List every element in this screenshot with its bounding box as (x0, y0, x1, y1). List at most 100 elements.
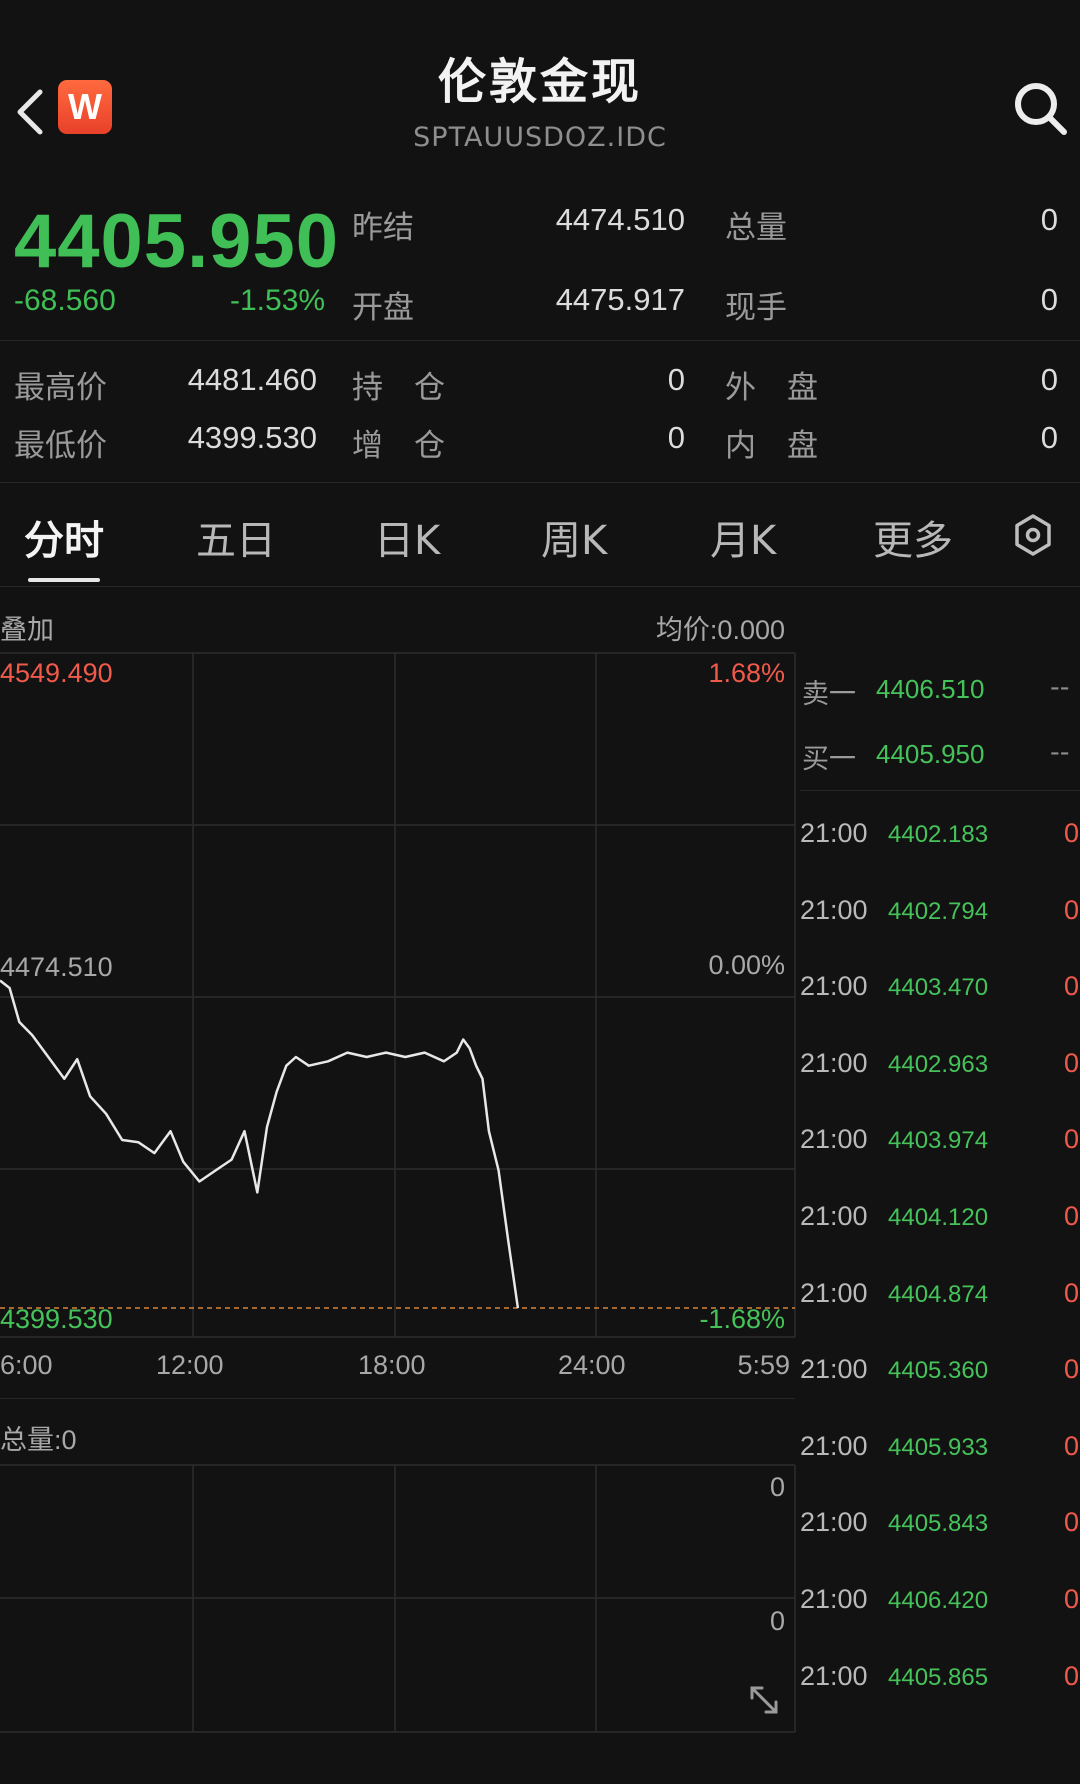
tab-five-day[interactable]: 五日 (196, 508, 276, 566)
price-change-pct: -1.53% (230, 284, 326, 317)
tick-row: 21:00 4402.963 0 (800, 1048, 1080, 1088)
tick-time: 21:00 (800, 1661, 868, 1691)
x-label: 12:00 (156, 1350, 224, 1380)
stat-label-inner: 内 盘 (725, 428, 818, 464)
tick-price: 4406.420 (888, 1587, 989, 1614)
settings-icon[interactable] (1010, 512, 1056, 558)
stat-value-open: 4475.917 (555, 282, 685, 317)
volume-label: 总量:0 (0, 1425, 77, 1455)
stat-value-outer: 0 (1040, 362, 1058, 397)
intraday-chart[interactable] (0, 650, 800, 1360)
tick-volume: 0 (1064, 1048, 1080, 1078)
stat-value-total-volume: 0 (1040, 202, 1058, 237)
tab-weekly-k[interactable]: 周K (541, 508, 607, 566)
tick-volume: 0 (1064, 1431, 1080, 1461)
tab-daily-k[interactable]: 日K (374, 508, 440, 566)
tick-price: 4405.933 (888, 1434, 989, 1461)
volume-tick-bottom: 0 (769, 1606, 785, 1636)
tab-monthly-k[interactable]: 月K (710, 508, 776, 566)
tick-row: 21:00 4405.933 0 (800, 1431, 1080, 1471)
tick-price: 4405.843 (888, 1510, 989, 1537)
tick-volume: 0 (1064, 1278, 1080, 1308)
tick-price: 4405.360 (888, 1357, 989, 1384)
search-icon[interactable] (1010, 78, 1070, 138)
stat-value-inner: 0 (1040, 420, 1058, 455)
tick-volume: 0 (1064, 1584, 1080, 1614)
tick-time: 21:00 (800, 818, 868, 848)
x-label: 6:00 (0, 1350, 53, 1380)
divider (0, 586, 1080, 587)
expand-icon[interactable] (744, 1680, 784, 1720)
tick-time: 21:00 (800, 971, 868, 1001)
tick-price: 4402.183 (888, 821, 989, 848)
pct-label-mid: 0.00% (708, 950, 785, 980)
tick-row: 21:00 4405.865 0 (800, 1661, 1080, 1701)
tick-volume: 0 (1064, 1661, 1080, 1691)
y-label-low: 4399.530 (0, 1304, 113, 1334)
tick-row: 21:00 4403.974 0 (800, 1124, 1080, 1164)
tick-time: 21:00 (800, 1124, 868, 1154)
stat-label-high: 最高价 (14, 370, 107, 406)
price-line (0, 979, 520, 1309)
tick-time: 21:00 (800, 1584, 868, 1614)
tick-row: 21:00 4404.120 0 (800, 1201, 1080, 1241)
avg-price-label: 均价:0.000 (655, 615, 785, 645)
volume-chart (0, 1464, 796, 1733)
tick-volume: 0 (1064, 1124, 1080, 1154)
stat-label-add-position: 增 仓 (352, 428, 445, 464)
tick-time: 21:00 (800, 1048, 868, 1078)
pct-label-low: -1.68% (699, 1304, 785, 1334)
tick-row: 21:00 4404.874 0 (800, 1278, 1080, 1318)
stat-label-current-lot: 现手 (725, 290, 787, 326)
overlay-button[interactable]: 叠加 (0, 608, 54, 647)
tick-time: 21:00 (800, 1201, 868, 1231)
ask1-qty: -- (1050, 672, 1070, 703)
tick-row: 21:00 4403.470 0 (800, 971, 1080, 1011)
tick-row: 21:00 4402.794 0 (800, 895, 1080, 935)
divider (0, 340, 1080, 341)
bid1-price: 4405.950 (876, 739, 985, 769)
stat-label-open: 开盘 (352, 290, 414, 326)
tick-time: 21:00 (800, 1354, 868, 1384)
volume-tick-top: 0 (769, 1472, 785, 1502)
stat-label-prev-settle: 昨结 (352, 210, 414, 246)
stat-value-current-lot: 0 (1040, 282, 1058, 317)
stat-value-position: 0 (667, 362, 685, 397)
y-label-high: 4549.490 (0, 658, 113, 688)
tick-price: 4404.120 (888, 1204, 989, 1231)
tick-volume: 0 (1064, 1354, 1080, 1384)
tick-price: 4404.874 (888, 1281, 989, 1308)
pct-label-high: 1.68% (708, 658, 785, 688)
y-label-mid: 4474.510 (0, 952, 113, 982)
divider (800, 790, 1080, 791)
divider (0, 482, 1080, 483)
tick-row: 21:00 4405.843 0 (800, 1507, 1080, 1547)
stat-value-prev-settle: 4474.510 (555, 202, 685, 237)
tick-row: 21:00 4402.183 0 (800, 818, 1080, 858)
bid1-label: 买一 (802, 744, 856, 775)
stat-label-low: 最低价 (14, 428, 107, 464)
tick-price: 4405.865 (888, 1664, 989, 1691)
tick-price: 4403.974 (888, 1127, 989, 1154)
page-title: 伦敦金现 (437, 54, 642, 110)
stat-value-low: 4399.530 (187, 420, 317, 455)
tick-volume: 0 (1064, 1507, 1080, 1537)
ask1-price: 4406.510 (876, 674, 985, 704)
active-tab-indicator (28, 578, 100, 582)
bid1-qty: -- (1050, 737, 1070, 768)
tick-price: 4402.794 (888, 898, 989, 925)
tab-intraday[interactable]: 分时 (24, 508, 104, 566)
stat-label-outer: 外 盘 (725, 370, 818, 406)
tick-volume: 0 (1064, 971, 1080, 1001)
symbol-code: SPTAUUSDOZ.IDC (413, 122, 667, 153)
price-change: -68.560 (14, 284, 116, 317)
x-label: 5:59 (737, 1350, 790, 1380)
tick-row: 21:00 4405.360 0 (800, 1354, 1080, 1394)
stat-value-high: 4481.460 (187, 362, 317, 397)
ask1-label: 卖一 (802, 679, 856, 710)
tab-more[interactable]: 更多 (873, 508, 953, 566)
last-price: 4405.950 (14, 199, 339, 284)
x-label: 24:00 (558, 1350, 626, 1380)
tick-volume: 0 (1064, 1201, 1080, 1231)
tick-time: 21:00 (800, 1507, 868, 1537)
